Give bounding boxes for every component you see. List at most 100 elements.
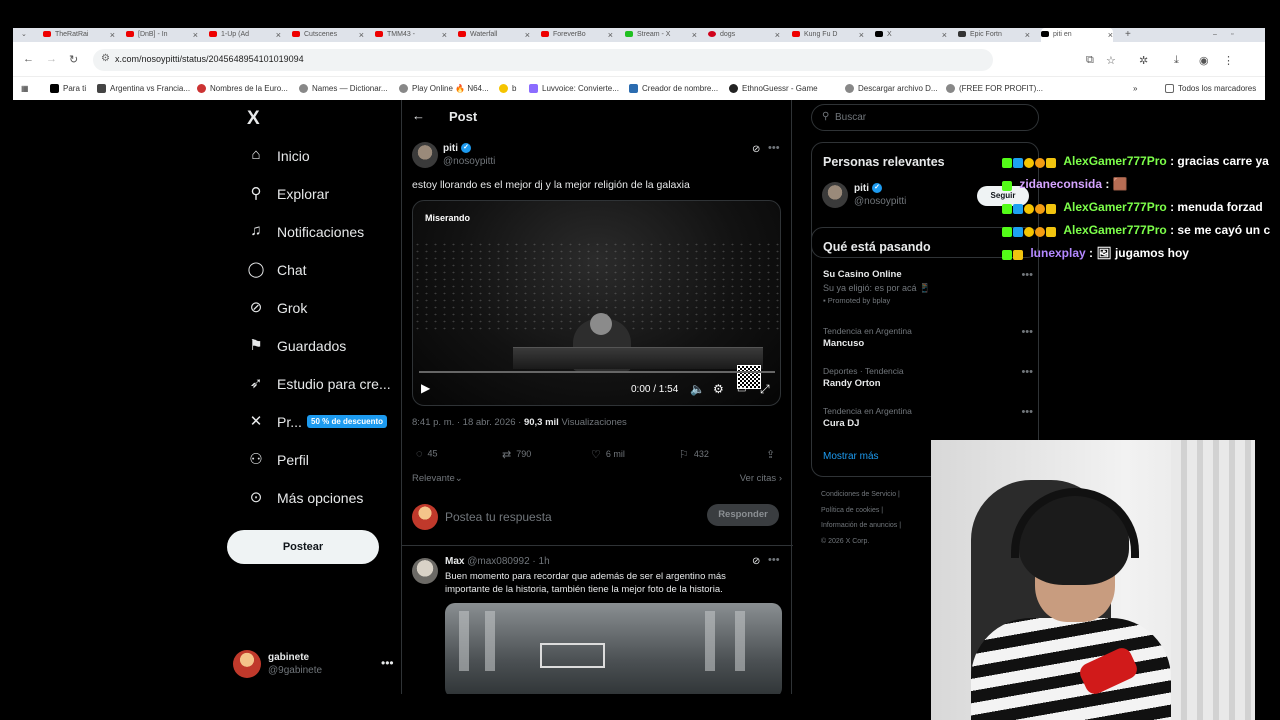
sidebar-item-premium[interactable]: ✕ Pr... 50 % de descuento xyxy=(235,407,400,437)
reply-image[interactable] xyxy=(445,603,782,694)
close-icon[interactable]: × xyxy=(1025,28,1030,42)
close-icon[interactable]: × xyxy=(942,28,947,42)
close-icon[interactable]: × xyxy=(775,28,780,42)
play-icon[interactable]: ▶ xyxy=(421,381,430,395)
tab-13-active[interactable]: piti en × xyxy=(1041,28,1113,42)
repost-action[interactable]: ⇄ 790 xyxy=(502,448,531,461)
grok-explain-icon[interactable]: ⊘ xyxy=(752,556,760,567)
bookmark-action[interactable]: ⚐ 432 xyxy=(679,448,709,461)
post-button[interactable]: Postear xyxy=(227,530,379,564)
like-action[interactable]: ♡ 6 mil xyxy=(591,448,625,461)
tweet-author[interactable]: piti ✓ @nosoypitti ⊘ ••• xyxy=(412,142,782,170)
tab-11[interactable]: X × xyxy=(875,28,947,42)
bookmark-4[interactable]: Names — Dictionar... xyxy=(299,84,388,94)
account-switcher[interactable]: gabinete @9gabinete ••• xyxy=(233,648,403,682)
show-more-link[interactable]: Mostrar más xyxy=(823,451,879,462)
tab-4[interactable]: Cutscenes × xyxy=(292,28,364,42)
close-icon[interactable]: × xyxy=(525,28,530,42)
trend-item[interactable]: Tendencia en Argentina Mancuso ••• xyxy=(823,326,1033,349)
back-arrow-icon[interactable]: ← xyxy=(412,108,425,123)
close-icon[interactable]: × xyxy=(110,28,115,42)
apps-icon[interactable]: ▦ xyxy=(21,84,29,93)
minimize-icon[interactable]: – xyxy=(1213,28,1223,42)
tab-search-icon[interactable]: ⌄ xyxy=(21,28,31,42)
sidebar-item-chat[interactable]: ◯ Chat xyxy=(235,255,400,285)
all-bookmarks[interactable]: Todos los marcadores xyxy=(1165,84,1256,94)
forward-icon[interactable]: → xyxy=(46,53,57,65)
reload-icon[interactable]: ↻ xyxy=(69,53,78,66)
tab-10[interactable]: Kung Fu D × xyxy=(792,28,864,42)
reply-input[interactable]: Postea tu respuesta xyxy=(445,510,552,524)
site-info-icon[interactable]: ⚙ xyxy=(101,53,110,64)
tab-9[interactable]: dogs × xyxy=(708,28,780,42)
volume-icon[interactable]: 🔈 xyxy=(690,382,705,396)
tab-3[interactable]: 1-Up (Ad × xyxy=(209,28,281,42)
bookmark-1[interactable]: Para ti xyxy=(50,84,86,94)
search-input[interactable]: ⚲ Buscar xyxy=(811,104,1039,131)
bookmark-3[interactable]: Nombres de la Euro... xyxy=(197,84,288,94)
close-icon[interactable]: × xyxy=(193,28,198,42)
maximize-icon[interactable]: ▫ xyxy=(1231,28,1241,42)
close-icon[interactable]: × xyxy=(442,28,447,42)
x-logo-icon[interactable]: X xyxy=(247,108,260,130)
sort-dropdown[interactable]: Relevante⌄ xyxy=(412,473,463,484)
sidebar-item-inicio[interactable]: ⌂ Inicio xyxy=(235,141,400,171)
tab-2[interactable]: [DnB] - In × xyxy=(126,28,198,42)
sidebar-item-perfil[interactable]: ⚇ Perfil xyxy=(235,445,400,475)
bookmark-5[interactable]: Play Online 🔥 N64... xyxy=(399,84,489,94)
bookmark-7[interactable]: Luvvoice: Convierte... xyxy=(529,84,619,94)
tab-1[interactable]: TheRatRai × xyxy=(43,28,115,42)
avatar[interactable] xyxy=(412,142,438,168)
video-progress-bar[interactable] xyxy=(419,371,775,373)
close-icon[interactable]: × xyxy=(608,28,613,42)
more-dots-icon[interactable]: ••• xyxy=(768,142,780,154)
bookmark-2[interactable]: Argentina vs Francia... xyxy=(97,84,190,94)
bookmark-11[interactable]: (FREE FOR PROFIT)... xyxy=(946,84,1043,94)
bookmarks-overflow-icon[interactable]: » xyxy=(1133,84,1137,93)
tab-5[interactable]: TMM43 - × xyxy=(375,28,447,42)
settings-gear-icon[interactable]: ⚙ xyxy=(713,382,724,396)
url-omnibox[interactable]: ⚙ x.com/nosoypitti/status/20456489541010… xyxy=(93,49,993,71)
new-tab-icon[interactable]: + xyxy=(1125,28,1135,42)
reply-button[interactable]: Responder xyxy=(707,504,779,526)
bookmark-8[interactable]: Creador de nombre... xyxy=(629,84,718,94)
tab-7[interactable]: ForeverBo × xyxy=(541,28,613,42)
trend-item[interactable]: Tendencia en Argentina Cura DJ ••• xyxy=(823,406,1033,429)
sidebar-item-explorar[interactable]: ⚲ Explorar xyxy=(235,179,400,209)
avatar[interactable] xyxy=(412,558,438,584)
sidebar-item-guardados[interactable]: ⚑ Guardados xyxy=(235,331,400,361)
reply-tweet[interactable]: Max @max080992 · 1h ⊘ ••• Buen momento p… xyxy=(402,550,793,694)
sidebar-item-estudio[interactable]: ➶ Estudio para cre... xyxy=(235,369,400,399)
avatar[interactable] xyxy=(822,182,848,208)
pip-icon[interactable]: ▭ xyxy=(737,384,746,395)
bookmark-9[interactable]: EthnoGuessr - Game xyxy=(729,84,818,94)
close-icon[interactable]: × xyxy=(692,28,697,42)
sidebar-item-notificaciones[interactable]: ♫ Notificaciones xyxy=(235,217,400,247)
more-dots-icon[interactable]: ••• xyxy=(1021,366,1033,378)
more-dots-icon[interactable]: ••• xyxy=(1021,326,1033,338)
download-icon[interactable]: ⤓ xyxy=(1174,54,1179,67)
more-dots-icon[interactable]: ••• xyxy=(768,554,780,566)
promoted-trend[interactable]: Su Casino Online Su ya eligió: es por ac… xyxy=(823,269,1033,305)
reply-action[interactable]: ◌ 45 xyxy=(416,448,438,460)
bookmark-star-icon[interactable]: ☆ xyxy=(1106,54,1116,67)
tab-12[interactable]: Epic Fortn × xyxy=(958,28,1030,42)
grok-explain-icon[interactable]: ⊘ xyxy=(752,144,760,155)
more-dots-icon[interactable]: ••• xyxy=(1021,269,1033,281)
tab-6[interactable]: Waterfall × xyxy=(458,28,530,42)
more-dots-icon[interactable]: ••• xyxy=(1021,406,1033,418)
tab-8[interactable]: Stream - X × xyxy=(625,28,697,42)
close-icon[interactable]: × xyxy=(1108,28,1113,42)
bookmark-10[interactable]: Descargar archivo D... xyxy=(845,84,938,94)
close-icon[interactable]: × xyxy=(859,28,864,42)
install-app-icon[interactable]: ⧉ xyxy=(1086,54,1094,67)
sidebar-item-grok[interactable]: ⊘ Grok xyxy=(235,293,400,323)
profile-avatar-icon[interactable]: ◉ xyxy=(1199,54,1209,67)
chrome-menu-icon[interactable]: ⋮ xyxy=(1223,54,1234,67)
trend-item[interactable]: Deportes · Tendencia Randy Orton ••• xyxy=(823,366,1033,389)
back-icon[interactable]: ← xyxy=(23,53,34,65)
url-text[interactable]: x.com/nosoypitti/status/2045648954101019… xyxy=(115,54,304,64)
close-icon[interactable]: × xyxy=(359,28,364,42)
sidebar-item-mas-opciones[interactable]: ⊙ Más opciones xyxy=(235,483,400,513)
video-player[interactable]: Miserando ▶ 0:00 / 1:54 🔈 ⚙ ▭ ⤢ xyxy=(412,200,781,406)
